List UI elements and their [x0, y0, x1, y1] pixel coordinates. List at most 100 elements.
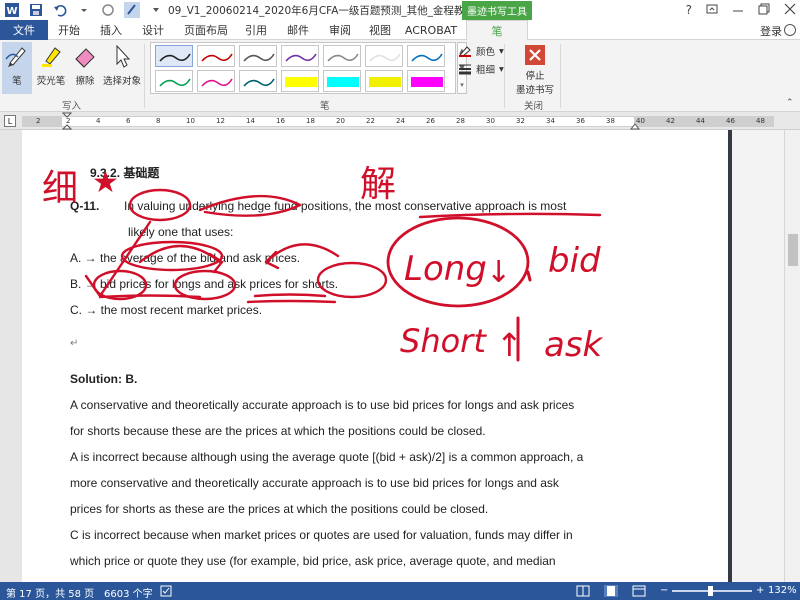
tab-home[interactable]: 开始	[52, 20, 86, 40]
ruler-tick-label: 48	[756, 117, 765, 125]
redo-icon[interactable]	[100, 2, 116, 18]
page-gap-pane	[728, 130, 784, 582]
pen-swatch[interactable]	[407, 45, 445, 67]
indent-marker-icon[interactable]	[62, 112, 72, 130]
pen-swatch[interactable]	[197, 45, 235, 67]
section-heading: 9.3.2. 基础题	[90, 166, 160, 180]
close-icon[interactable]	[784, 3, 796, 18]
ruler-tick-label: 38	[606, 117, 615, 125]
highlighter-icon	[37, 42, 65, 70]
smiley-feedback-icon[interactable]	[784, 24, 796, 36]
question-line-2: likely one that uses:	[128, 225, 234, 239]
eraser-button[interactable]: 擦除	[70, 42, 100, 94]
highlighter-button[interactable]: 荧光笔	[36, 42, 66, 94]
zoom-in-button[interactable]: +	[756, 585, 764, 596]
select-objects-button[interactable]: 选择对象	[103, 42, 141, 94]
highlighter-swatch[interactable]	[365, 70, 403, 92]
tab-page-layout[interactable]: 页面布局	[178, 20, 234, 40]
page-counter[interactable]: 第 17 页，共 58 页	[6, 585, 94, 600]
vertical-scrollbar[interactable]	[784, 130, 800, 582]
document-title: 09_V1_20060214_2020年6月CFA一级百题预测_其他_金程教育（…	[168, 5, 507, 17]
pen-swatch[interactable]	[365, 45, 403, 67]
web-layout-icon[interactable]	[632, 585, 646, 600]
ruler-tick-label: 14	[246, 117, 255, 125]
ruler-tick-label: 46	[726, 117, 735, 125]
highlighter-swatch[interactable]	[323, 70, 361, 92]
tab-design[interactable]: 设计	[136, 20, 170, 40]
pen-swatch[interactable]	[155, 70, 193, 92]
ruler-tick-label: 30	[486, 117, 495, 125]
save-icon[interactable]	[28, 2, 44, 18]
gallery-expand-icon[interactable]: ▾	[460, 81, 464, 89]
tab-review[interactable]: 审阅	[324, 20, 356, 40]
pen-swatch[interactable]	[155, 45, 193, 67]
pen-thickness-button[interactable]: 粗细 ▾	[458, 62, 504, 76]
tab-pen[interactable]: 笔	[466, 20, 528, 40]
ribbon-options-icon[interactable]	[706, 3, 718, 18]
group-divider	[504, 44, 505, 108]
ruler-tick-label: 12	[216, 117, 225, 125]
pen-swatch[interactable]	[281, 45, 319, 67]
solution-body-line: for shorts because these are the prices …	[70, 424, 486, 438]
solution-body-line: more conservative and theoretically accu…	[70, 476, 559, 490]
ruler-tick-label: 2	[36, 117, 41, 125]
sign-in-link[interactable]: 登录	[760, 23, 782, 39]
solution-body-line: which price or quote they use (for examp…	[70, 554, 556, 568]
minimize-icon[interactable]	[732, 3, 744, 18]
option-b: B. → bid prices for longs and ask prices…	[70, 277, 339, 291]
document-area[interactable]: 9.3.2. 基础题 Q-11. In valuing underlying h…	[0, 130, 800, 582]
zoom-slider-knob[interactable]	[708, 586, 713, 596]
word-app-icon[interactable]: W	[4, 2, 20, 18]
ruler-tick-label: 28	[456, 117, 465, 125]
touch-mode-icon[interactable]	[124, 2, 140, 18]
qat-more-icon[interactable]	[148, 2, 164, 18]
print-layout-icon[interactable]	[604, 585, 618, 600]
ruler-left-margin	[22, 116, 62, 127]
window-controls: ?	[686, 0, 796, 20]
tab-insert[interactable]: 插入	[94, 20, 128, 40]
pens-gallery[interactable]	[150, 42, 456, 94]
stop-inking-button[interactable]: 停止 墨迹书写	[514, 42, 556, 96]
highlighter-swatch[interactable]	[407, 70, 445, 92]
pen-button[interactable]: 笔	[2, 42, 32, 94]
thickness-icon	[459, 64, 471, 75]
collapse-ribbon-icon[interactable]: ⌃	[786, 98, 794, 108]
tab-file[interactable]: 文件	[0, 20, 48, 40]
tab-stop-selector[interactable]: L	[4, 115, 16, 127]
undo-icon[interactable]	[52, 2, 68, 18]
dropdown-icon[interactable]	[76, 2, 92, 18]
horizontal-ruler[interactable]: L 2 2 4 6 8 10 12 14 16 18 20 22 24 26 28 30 32 34 36 38 40 4…	[0, 112, 800, 130]
pen-swatch[interactable]	[323, 45, 361, 67]
ruler-tick-label: 18	[306, 117, 315, 125]
zoom-out-button[interactable]: −	[660, 585, 668, 596]
right-indent-marker-icon[interactable]	[630, 121, 640, 130]
proofing-icon[interactable]	[160, 585, 172, 600]
pen-swatch[interactable]	[197, 70, 235, 92]
empty-paragraph-mark: ↵	[70, 338, 79, 349]
tab-view[interactable]: 视图	[364, 20, 396, 40]
pen-color-button[interactable]: 颜色 ▾	[458, 44, 504, 58]
title-bar: W 09_V1_20060214_2020年6月CFA一级百题预测_其他_金程教…	[0, 0, 800, 20]
close-ink-icon	[521, 42, 549, 67]
tab-mailings[interactable]: 邮件	[282, 20, 314, 40]
read-mode-icon[interactable]	[576, 585, 590, 600]
solution-body-line: prices for shorts as these are the price…	[70, 502, 489, 516]
zoom-level[interactable]: 132%	[768, 585, 797, 596]
tab-acrobat[interactable]: ACROBAT	[404, 20, 458, 40]
pen-swatch[interactable]	[239, 45, 277, 67]
document-page[interactable]: 9.3.2. 基础题 Q-11. In valuing underlying h…	[22, 130, 730, 582]
eraser-icon	[71, 42, 99, 70]
word-count[interactable]: 6603 个字	[104, 585, 153, 600]
scroll-thumb[interactable]	[788, 234, 798, 266]
solution-body-line: A conservative and theoretically accurat…	[70, 398, 575, 412]
help-button[interactable]: ?	[686, 3, 692, 17]
tab-references[interactable]: 引用	[240, 20, 272, 40]
pens-group-label: 笔	[320, 101, 330, 112]
pen-swatch[interactable]	[239, 70, 277, 92]
restore-icon[interactable]	[758, 3, 770, 18]
ruler-tick-label: 16	[276, 117, 285, 125]
ruler-tick-label: 26	[426, 117, 435, 125]
highlighter-swatch[interactable]	[281, 70, 319, 92]
status-bar: 第 17 页，共 58 页 6603 个字 − + 132%	[0, 582, 800, 600]
ruler-tick-label: 4	[96, 117, 101, 125]
